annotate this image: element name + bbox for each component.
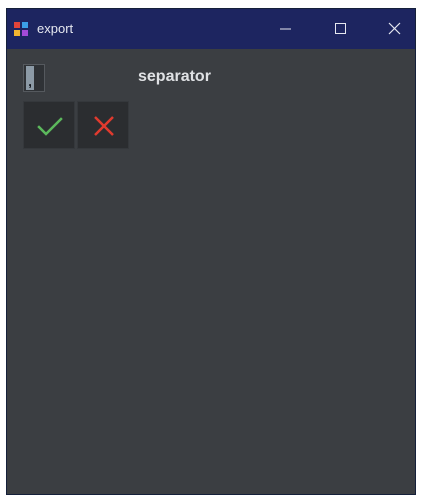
export-window: export , separator — [6, 8, 416, 495]
separator-input[interactable]: , — [23, 64, 45, 92]
minimize-button[interactable] — [262, 9, 308, 49]
window-title: export — [37, 21, 74, 36]
confirm-button[interactable] — [23, 101, 75, 149]
maximize-icon — [335, 23, 346, 34]
cancel-button[interactable] — [77, 101, 129, 149]
separator-value: , — [26, 66, 34, 90]
separator-label: separator — [138, 68, 211, 85]
app-grid-icon — [14, 22, 28, 36]
dialog-content: , separator — [7, 49, 415, 494]
cross-icon — [94, 116, 114, 136]
close-icon — [388, 22, 401, 35]
maximize-button[interactable] — [317, 9, 363, 49]
close-button[interactable] — [371, 9, 415, 49]
checkmark-icon — [37, 117, 63, 136]
minimize-icon — [280, 28, 291, 30]
title-bar[interactable]: export — [7, 9, 415, 49]
